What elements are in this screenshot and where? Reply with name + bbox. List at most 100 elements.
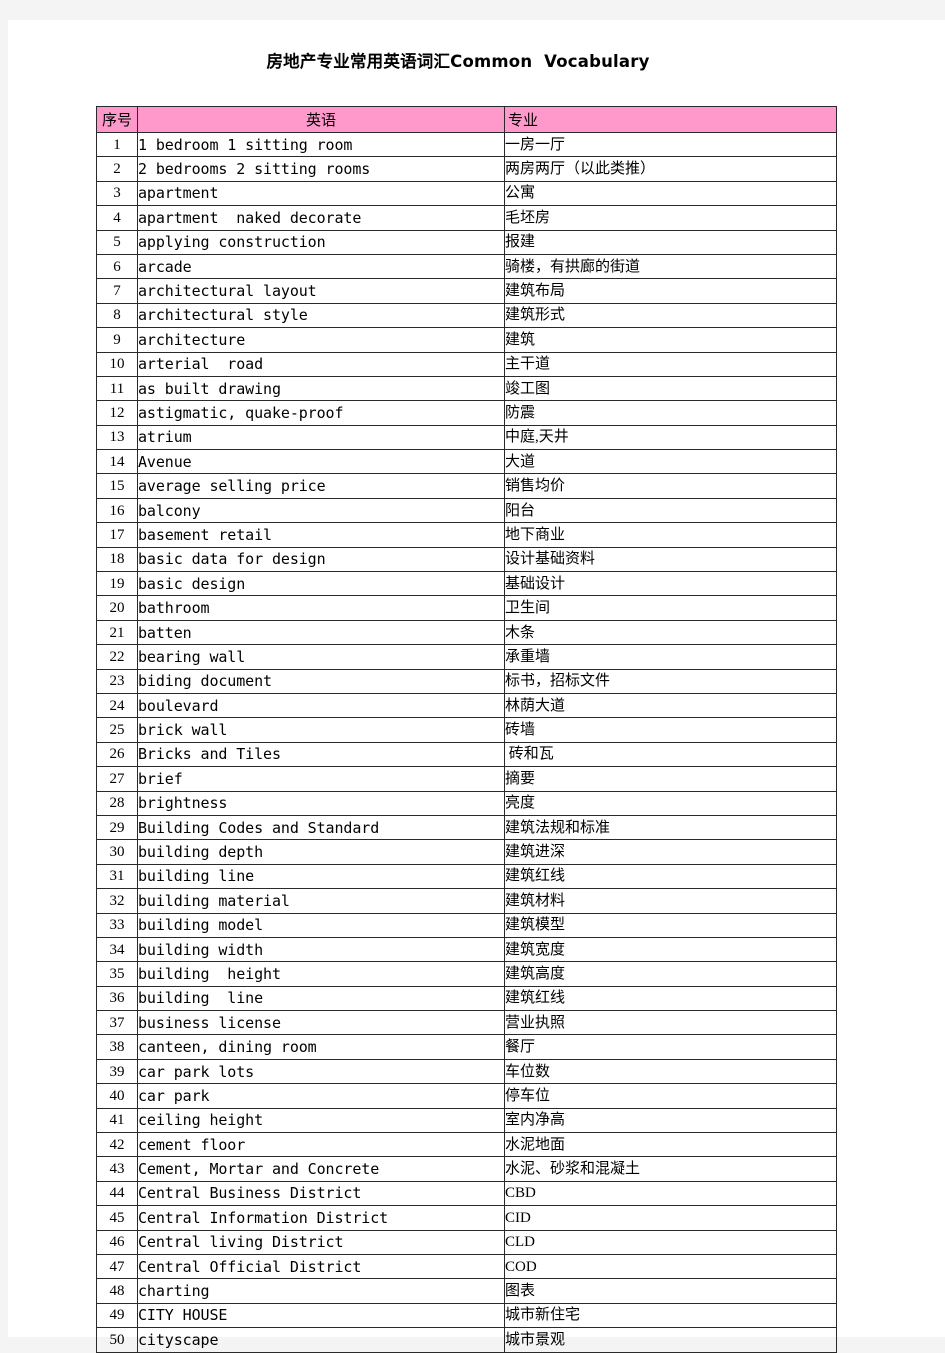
cell-index: 12 (96, 400, 138, 426)
cell-english-term: Central living District (137, 1229, 505, 1255)
cell-index: 1 (96, 131, 138, 158)
table-row: 38 canteen, dining room 餐厅 (96, 1034, 837, 1060)
column-header-english: 英语 (137, 106, 505, 133)
cell-index: 36 (96, 985, 138, 1012)
table-row: 3 apartment 公寓 (96, 180, 837, 207)
table-row: 46 Central living District CLD (96, 1229, 837, 1255)
table-row: 28 brightness 亮度 (96, 790, 837, 816)
table-row: 11 as built drawing 竣工图 (96, 375, 837, 402)
table-row: 22 bedrooms 2 sitting rooms 两房两厅（以此类推） (96, 156, 837, 182)
cell-english-term: building width (137, 936, 505, 963)
cell-chinese-term: 中庭,天井 (504, 424, 837, 451)
table-body: 11 bedroom 1 sitting room 一房一厅 2 2 bedrooms… (96, 131, 837, 1353)
table-row: 39 car park lots 车位数 (96, 1058, 837, 1085)
cell-index: 6 (96, 253, 138, 280)
cell-index: 27 (96, 766, 138, 792)
cell-english-term: arterial road (137, 351, 505, 377)
cell-english-term: as built drawing (137, 375, 505, 402)
cell-chinese-term: 建筑模型 (504, 912, 837, 938)
cell-index: 24 (96, 692, 138, 719)
table-row: 10 arterial road 主干道 (96, 351, 837, 377)
cell-english-term: basic design (137, 571, 505, 597)
table-row: 29 Building Codes and Standard 建筑法规和标准 (96, 814, 837, 841)
cell-chinese-term: 地下商业 (504, 522, 837, 548)
table-row: 43 Cement, Mortar and Concrete 水泥、砂浆和混凝土 (96, 1156, 837, 1182)
cell-chinese-term: 销售均价 (504, 473, 837, 499)
cell-index: 26 (96, 741, 138, 768)
cell-chinese-term: 承重墙 (504, 644, 837, 670)
cell-index: 50 (96, 1327, 138, 1353)
cell-index: 20 (96, 595, 138, 621)
table-row: 15 average selling price 销售均价 (96, 473, 837, 499)
table-row: 26 Bricks and Tiles 砖和瓦 (96, 741, 837, 768)
cell-chinese-term: 公寓 (504, 180, 837, 207)
table-row: 30 building depth 建筑进深 (96, 839, 837, 865)
cell-english-term: cement floor (137, 1132, 505, 1158)
cell-chinese-term: 餐厅 (504, 1034, 837, 1060)
cell-chinese-term: 竣工图 (504, 375, 837, 402)
cell-index: 18 (96, 546, 138, 573)
cell-chinese-term: 车位数 (504, 1058, 837, 1085)
cell-index: 19 (96, 571, 138, 597)
cell-chinese-term: 摘要 (504, 766, 837, 792)
cell-index: 37 (96, 1010, 138, 1036)
cell-english-term: 1 bedroom 1 sitting room (137, 131, 505, 158)
cell-english-term: architecture (137, 327, 505, 353)
cell-index: 48 (96, 1278, 138, 1304)
table-row: 20 bathroom 卫生间 (96, 595, 837, 621)
table-row: 34 building width 建筑宽度 (96, 936, 837, 963)
table-row: 47 Central Official District COD (96, 1253, 837, 1280)
cell-english-term: 2 bedrooms 2 sitting rooms (137, 156, 505, 182)
cell-chinese-term: 木条 (504, 619, 837, 646)
cell-chinese-term: 建筑形式 (504, 302, 837, 329)
cell-chinese-term: 建筑宽度 (504, 936, 837, 963)
cell-chinese-term: 亮度 (504, 790, 837, 816)
table-row: 49 CITY HOUSE 城市新住宅 (96, 1302, 837, 1329)
table-row: 17 basement retail 地下商业 (96, 522, 837, 548)
document-page: 房地产专业常用英语词汇Common Vocabulary 序号 英语 专业 11… (8, 20, 945, 1353)
table-row: 9 architecture 建筑 (96, 327, 837, 353)
cell-chinese-term: 一房一厅 (504, 131, 837, 158)
cell-index: 42 (96, 1132, 138, 1158)
cell-english-term: ceiling height (137, 1107, 505, 1134)
cell-chinese-term: 大道 (504, 449, 837, 475)
cell-chinese-term: 水泥、砂浆和混凝土 (504, 1156, 837, 1182)
cell-chinese-term: 建筑 (504, 327, 837, 353)
cell-english-term: basement retail (137, 522, 505, 548)
cell-chinese-term: 建筑材料 (504, 888, 837, 914)
table-row: 32 building material 建筑材料 (96, 888, 837, 914)
cell-english-term: business license (137, 1010, 505, 1036)
cell-index: 8 (96, 302, 138, 329)
table-row: 36 building line 建筑红线 (96, 985, 837, 1012)
table-row: 5 applying construction 报建 (96, 229, 837, 255)
cell-chinese-term: CID (504, 1205, 837, 1231)
cell-chinese-term: 标书，招标文件 (504, 668, 837, 694)
cell-index: 34 (96, 936, 138, 963)
cell-english-term: astigmatic, quake-proof (137, 400, 505, 426)
table-row: 16 balcony 阳台 (96, 497, 837, 524)
cell-chinese-term: 卫生间 (504, 595, 837, 621)
cell-chinese-term: 建筑高度 (504, 961, 837, 987)
cell-english-term: canteen, dining room (137, 1034, 505, 1060)
cell-chinese-term: 报建 (504, 229, 837, 255)
cell-english-term: average selling price (137, 473, 505, 499)
vocabulary-table: 序号 英语 专业 11 bedroom 1 sitting room 一房一厅 2 2… (96, 106, 837, 1353)
cell-english-term: brief (137, 766, 505, 792)
cell-index: 23 (96, 668, 138, 694)
cell-chinese-term: 城市景观 (504, 1327, 837, 1353)
cell-index: 32 (96, 888, 138, 914)
cell-english-term: biding document (137, 668, 505, 694)
cell-index: 11 (96, 375, 138, 402)
cell-index: 10 (96, 351, 138, 377)
table-header: 序号 英语 专业 (96, 106, 837, 133)
cell-index: 22 (96, 644, 138, 670)
table-row: 25 brick wall 砖墙 (96, 717, 837, 743)
cell-english-term: bathroom (137, 595, 505, 621)
cell-english-term: CITY HOUSE (137, 1302, 505, 1329)
cell-english-term: building material (137, 888, 505, 914)
cell-chinese-term: 水泥地面 (504, 1132, 837, 1158)
table-row: 31 building line 建筑红线 (96, 863, 837, 890)
cell-chinese-term: 建筑进深 (504, 839, 837, 865)
cell-index: 28 (96, 790, 138, 816)
cell-english-term: charting (137, 1278, 505, 1304)
